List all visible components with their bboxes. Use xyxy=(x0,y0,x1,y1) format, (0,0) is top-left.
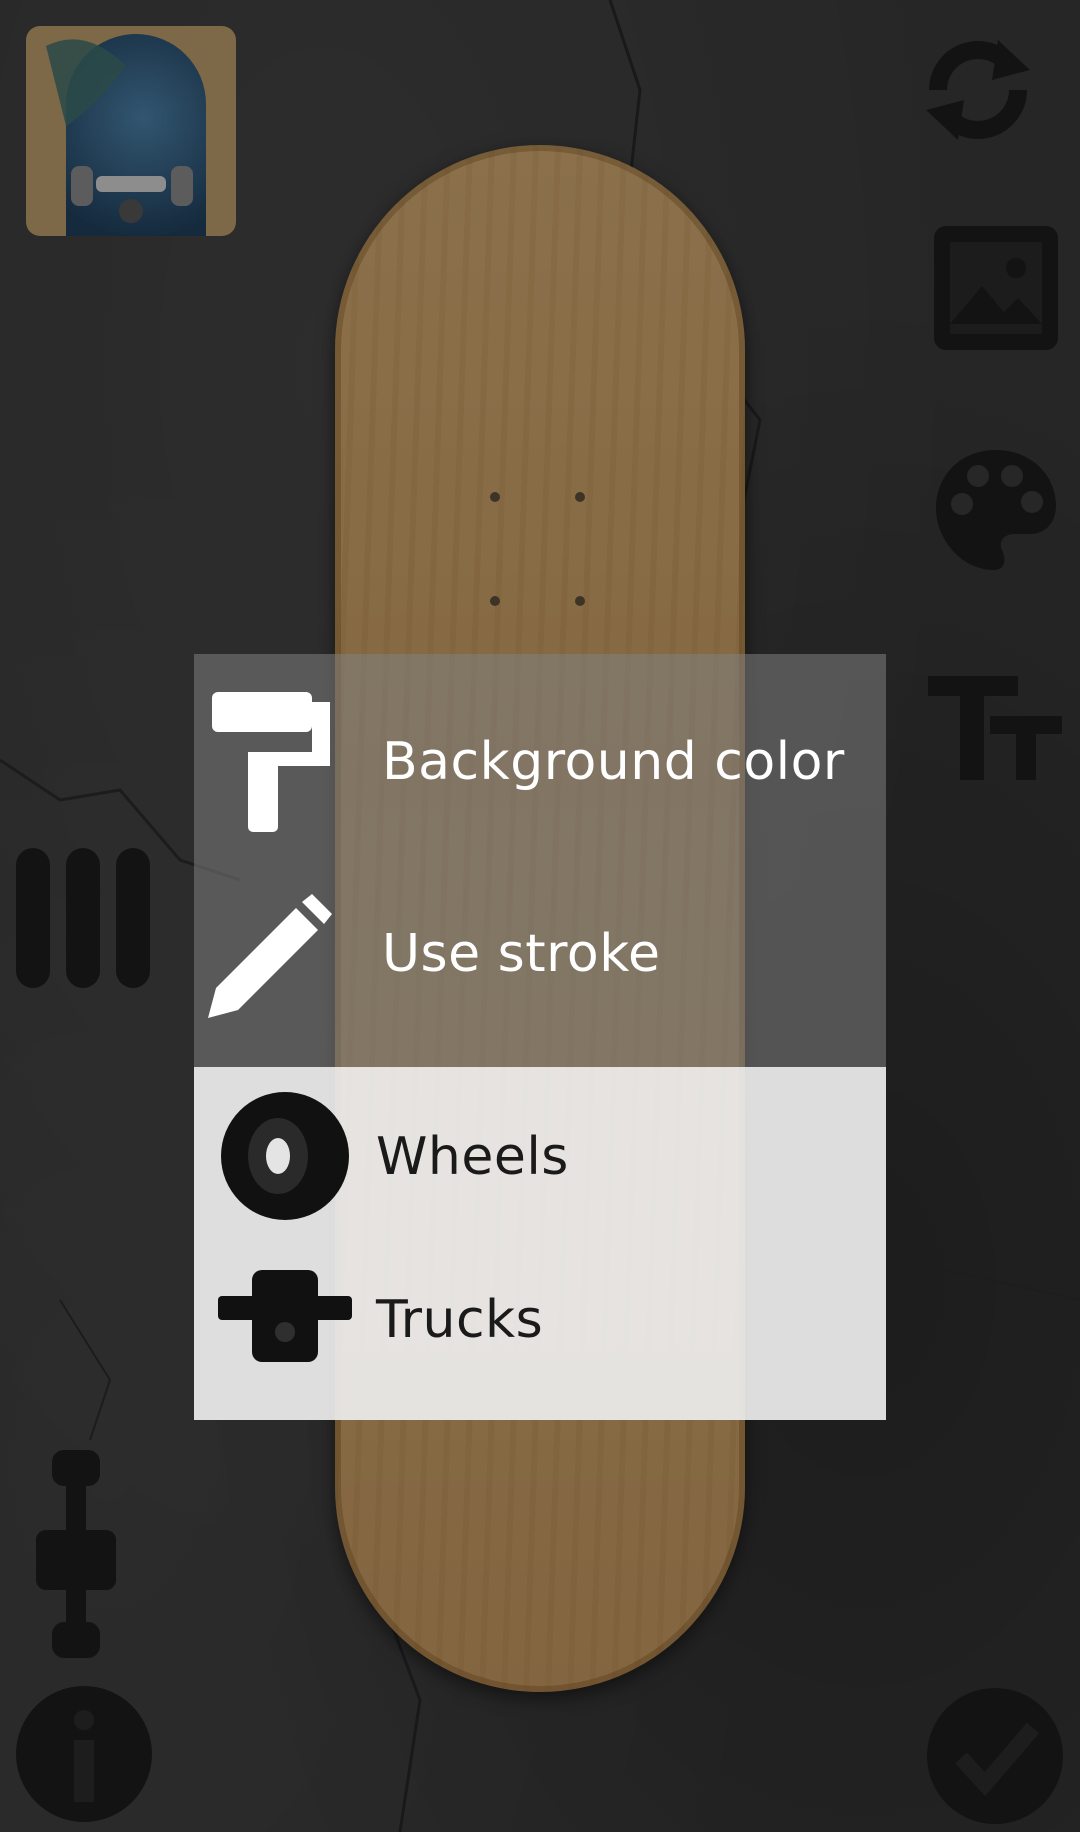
menu-item-label: Background color xyxy=(382,732,845,792)
menu-item-label: Wheels xyxy=(376,1127,569,1187)
popup-menu: Background color Use stroke Wheels Truck… xyxy=(194,654,886,1420)
paint-roller-icon xyxy=(212,692,330,832)
menu-item-wheels[interactable]: Wheels xyxy=(194,1067,886,1250)
menu-item-use-stroke[interactable]: Use stroke xyxy=(194,874,886,1067)
menu-item-trucks[interactable]: Trucks xyxy=(194,1250,886,1420)
truck-icon xyxy=(218,1270,352,1362)
menu-item-label: Use stroke xyxy=(382,924,661,984)
wheel-icon xyxy=(221,1092,349,1220)
pencil-icon xyxy=(208,894,332,1018)
menu-item-background-color[interactable]: Background color xyxy=(194,654,886,874)
menu-item-label: Trucks xyxy=(376,1290,544,1350)
